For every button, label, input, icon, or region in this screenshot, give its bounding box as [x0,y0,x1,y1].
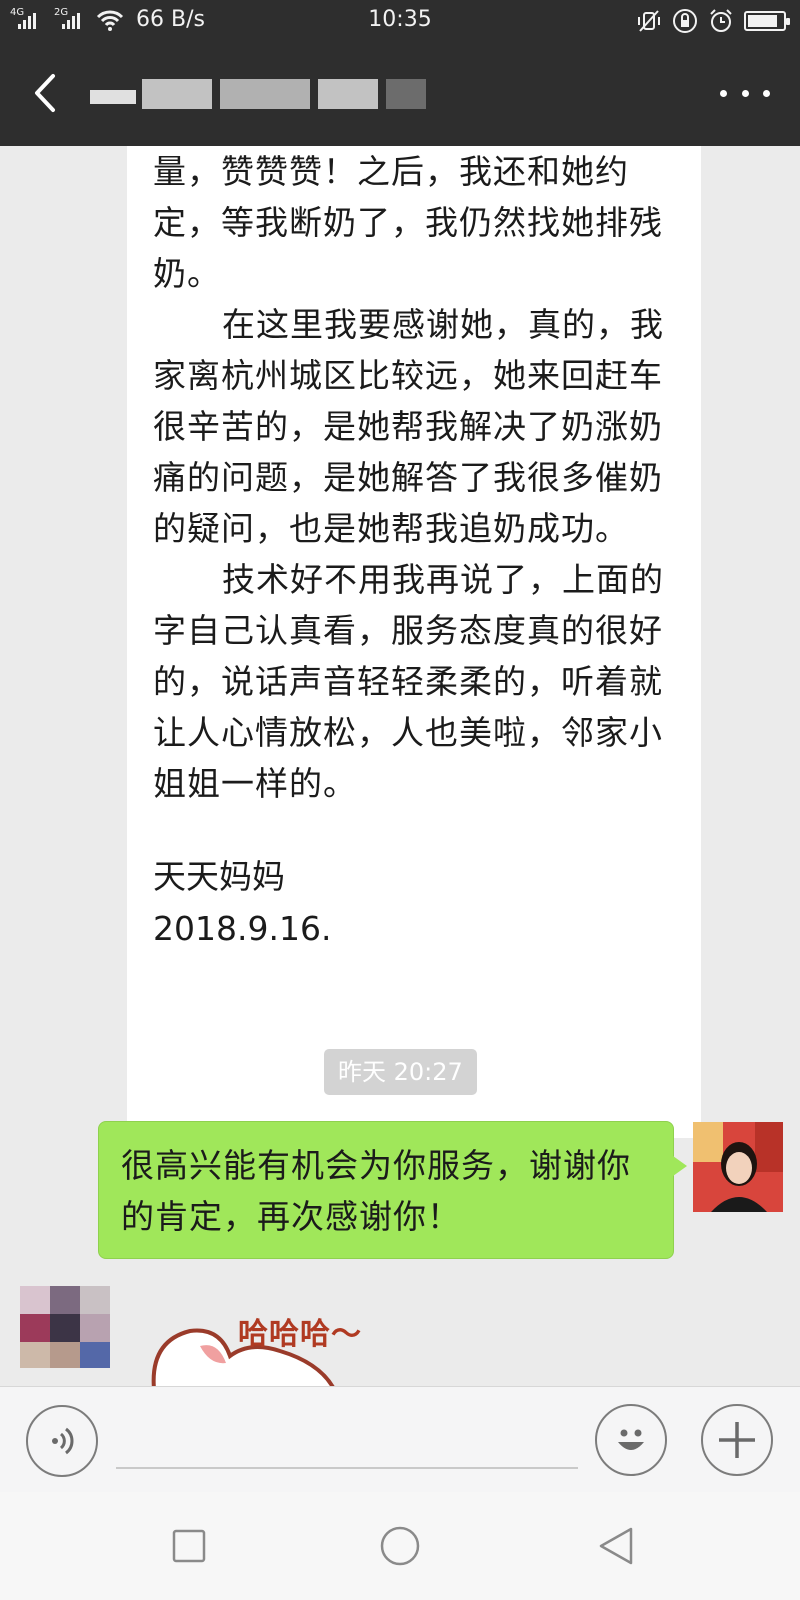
more-dots-icon [720,89,727,97]
emoji-button[interactable] [595,1404,667,1476]
home-button[interactable] [376,1522,424,1570]
message-input[interactable] [116,1417,578,1469]
voice-icon [52,1427,74,1455]
system-nav-bar [0,1492,800,1600]
message-timestamp: 昨天 20:27 [324,1049,477,1095]
card-body-text: 量，赞赞赞！之后，我还和她约 定，等我断奶了，我仍然找她排残 奶。 在这里我要感… [153,152,664,803]
voice-button[interactable] [26,1405,98,1477]
chat-header [0,40,800,146]
recent-apps-button[interactable] [165,1522,213,1570]
text-card-message[interactable]: 量，赞赞赞！之后，我还和她约 定，等我断奶了，我仍然找她排残 奶。 在这里我要感… [127,146,701,1138]
emoji-icon [618,1429,644,1450]
plus-button[interactable] [701,1404,773,1476]
chevron-left-icon [35,74,55,112]
chat-title-blurred [90,74,440,114]
card-sign-date: 2018.9.16. [153,909,332,948]
alarm-icon [710,9,732,32]
avatar-blurred [20,1286,110,1368]
outgoing-message-text: 很高兴能有机会为你服务，谢谢你 的肯定，再次感谢你！ [121,1146,631,1236]
my-avatar[interactable] [693,1122,783,1212]
sticker-message[interactable]: 哈哈哈～ [150,1301,390,1386]
status-right [636,8,790,34]
message-list[interactable]: 量，赞赞赞！之后，我还和她约 定，等我断奶了，我仍然找她排残 奶。 在这里我要感… [0,146,800,1386]
input-bar [0,1386,800,1492]
square-icon [172,1529,206,1563]
contact-avatar[interactable] [20,1286,110,1368]
circle-icon [380,1526,420,1566]
avatar-photo [693,1122,783,1212]
vibrate-mute-icon [638,10,660,32]
battery-icon [744,11,790,31]
plus-icon [719,1422,755,1458]
more-dot [741,89,749,97]
back-nav-button[interactable] [592,1522,640,1570]
battery-fill [748,15,777,27]
sticker-text: 哈哈哈～ [238,1317,362,1352]
status-bar: 4G 2G 66 B/s 10:35 [0,0,800,40]
more-button[interactable] [720,78,770,108]
outgoing-message-bubble[interactable]: 很高兴能有机会为你服务，谢谢你 的肯定，再次感谢你！ [98,1121,687,1259]
card-signature: 天天妈妈 2018.9.16. [153,851,331,955]
triangle-back-icon [599,1527,633,1565]
more-dot [763,89,770,97]
card-sign-name: 天天妈妈 [153,857,285,896]
back-button[interactable] [22,70,68,116]
rotation-lock-icon [673,9,697,33]
